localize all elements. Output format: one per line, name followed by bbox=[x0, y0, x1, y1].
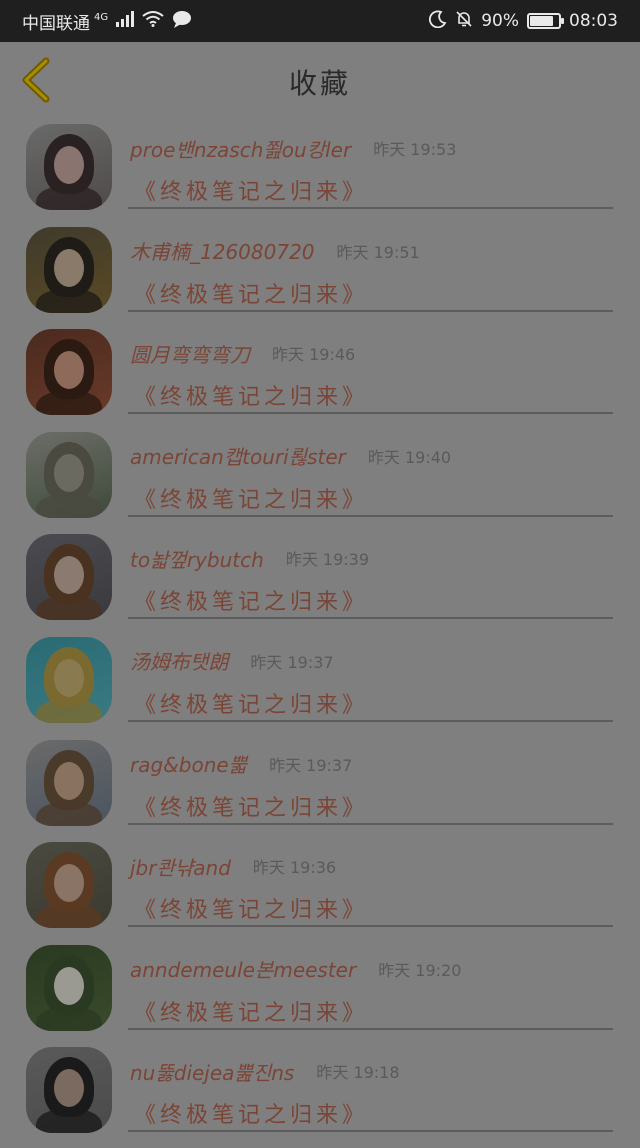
timestamp: 昨天 19:40 bbox=[367, 447, 452, 467]
divider bbox=[128, 207, 613, 209]
timestamp: 昨天 19:51 bbox=[336, 242, 420, 262]
chat-icon bbox=[172, 10, 192, 33]
clock: 08:03 bbox=[569, 11, 618, 31]
avatar[interactable] bbox=[26, 124, 112, 210]
divider bbox=[128, 1130, 613, 1133]
item-header: 汤姆布탯朗 昨天 19:37 bbox=[130, 641, 334, 681]
book-title[interactable]: 《终极笔记之归来》 bbox=[134, 172, 368, 208]
divider bbox=[128, 1027, 613, 1030]
user-name[interactable]: proe밴nzasch쬞ou캉ler bbox=[130, 134, 351, 163]
user-name[interactable]: nu뚫diejea뿚진ns bbox=[130, 1057, 294, 1086]
user-name[interactable]: 汤姆布탯朗 bbox=[130, 646, 228, 675]
divider bbox=[128, 412, 613, 415]
item-header: to놟껖rybutch 昨天 19:39 bbox=[130, 538, 369, 578]
avatar[interactable] bbox=[26, 226, 112, 313]
timestamp: 昨天 19:46 bbox=[272, 345, 356, 365]
divider bbox=[128, 309, 613, 312]
item-header: jbr콴냒and 昨天 19:36 bbox=[130, 846, 336, 886]
item-header: proe밴nzasch쬞ou캉ler 昨天 19:53 bbox=[130, 128, 456, 168]
list-item[interactable]: to놟껖rybutch 昨天 19:39 《终极笔记之归来》 bbox=[0, 532, 640, 635]
user-name[interactable]: rag&bone뿗 bbox=[130, 749, 247, 778]
list-item[interactable]: 汤姆布탯朗 昨天 19:37 《终极笔记之归来》 bbox=[0, 635, 640, 738]
book-title[interactable]: 《终极笔记之归来》 bbox=[134, 582, 368, 618]
book-title[interactable]: 《终极笔记之归来》 bbox=[134, 685, 368, 721]
book-title[interactable]: 《终极笔记之归来》 bbox=[134, 788, 368, 824]
divider bbox=[128, 617, 613, 620]
user-name[interactable]: jbr콴냒and bbox=[130, 852, 231, 881]
chevron-left-icon bbox=[20, 57, 52, 107]
book-title[interactable]: 《终极笔记之归来》 bbox=[134, 480, 368, 516]
user-name[interactable]: to놟껖rybutch bbox=[130, 544, 264, 573]
carrier-label: 中国联通 bbox=[22, 13, 90, 34]
book-title[interactable]: 《终极笔记之归来》 bbox=[134, 993, 368, 1029]
timestamp: 昨天 19:18 bbox=[316, 1063, 400, 1083]
signal-icon bbox=[116, 10, 135, 32]
book-title[interactable]: 《终极笔记之归来》 bbox=[134, 377, 368, 413]
item-header: rag&bone뿗 昨天 19:37 bbox=[130, 744, 352, 784]
timestamp: 昨天 19:53 bbox=[373, 140, 457, 159]
list-item[interactable]: jbr콴냒and 昨天 19:36 《终极笔记之归来》 bbox=[0, 840, 640, 943]
timestamp: 昨天 19:20 bbox=[378, 960, 462, 980]
battery-icon bbox=[527, 13, 564, 29]
timestamp: 昨天 19:37 bbox=[269, 755, 353, 775]
favorites-list: proe밴nzasch쬞ou캉ler 昨天 19:53 《终极笔记之归来》 木甫楠_… bbox=[0, 122, 640, 1148]
avatar[interactable] bbox=[26, 534, 112, 621]
list-item[interactable]: anndemeule본meester 昨天 19:20 《终极笔记之归来》 bbox=[0, 943, 640, 1046]
divider bbox=[128, 719, 613, 722]
user-name[interactable]: 圆月弯弯弯刀 bbox=[130, 339, 250, 368]
avatar[interactable] bbox=[26, 329, 112, 416]
user-name[interactable]: 木甫楠_126080720 bbox=[130, 236, 315, 265]
list-item[interactable]: rag&bone뿗 昨天 19:37 《终极笔记之归来》 bbox=[0, 738, 640, 841]
timestamp: 昨天 19:37 bbox=[250, 652, 334, 672]
avatar[interactable] bbox=[26, 842, 112, 929]
item-header: nu뚫diejea뿚진ns 昨天 19:18 bbox=[130, 1051, 400, 1091]
list-item[interactable]: nu뚫diejea뿚진ns 昨天 19:18 《终极笔记之归来》 bbox=[0, 1045, 640, 1148]
app-header: 收藏 bbox=[0, 42, 640, 122]
list-item[interactable]: 木甫楠_126080720 昨天 19:51 《终极笔记之归来》 bbox=[0, 225, 640, 328]
book-title[interactable]: 《终极笔记之归来》 bbox=[134, 1095, 368, 1131]
divider bbox=[128, 822, 613, 825]
avatar[interactable] bbox=[26, 944, 112, 1031]
mute-bell-icon bbox=[455, 10, 473, 33]
back-button[interactable] bbox=[14, 56, 58, 108]
page-title: 收藏 bbox=[288, 67, 351, 100]
timestamp: 昨天 19:36 bbox=[252, 858, 337, 878]
book-title[interactable]: 《终极笔记之归来》 bbox=[134, 275, 368, 311]
avatar[interactable] bbox=[26, 636, 112, 723]
timestamp: 昨天 19:39 bbox=[285, 550, 370, 570]
list-item[interactable]: proe밴nzasch쬞ou캉ler 昨天 19:53 《终极笔记之归来》 bbox=[0, 122, 640, 225]
divider bbox=[128, 925, 613, 928]
item-header: american캡touri뢶ster 昨天 19:40 bbox=[130, 436, 451, 476]
avatar[interactable] bbox=[26, 431, 112, 518]
item-header: anndemeule본meester 昨天 19:20 bbox=[130, 949, 461, 989]
divider bbox=[128, 514, 613, 517]
battery-percent: 90% bbox=[481, 11, 519, 31]
user-name[interactable]: american캡touri뢶ster bbox=[130, 441, 346, 470]
item-header: 圆月弯弯弯刀 昨天 19:46 bbox=[130, 333, 355, 373]
item-header: 木甫楠_126080720 昨天 19:51 bbox=[130, 231, 420, 271]
wifi-icon bbox=[142, 10, 164, 32]
status-bar: 中国联通 4G 90% 08:03 bbox=[0, 0, 640, 42]
network-type-label: 4G bbox=[94, 11, 109, 23]
avatar[interactable] bbox=[26, 739, 112, 826]
moon-icon bbox=[429, 10, 447, 33]
list-item[interactable]: american캡touri뢶ster 昨天 19:40 《终极笔记之归来》 bbox=[0, 430, 640, 533]
list-item[interactable]: 圆月弯弯弯刀 昨天 19:46 《终极笔记之归来》 bbox=[0, 327, 640, 430]
book-title[interactable]: 《终极笔记之归来》 bbox=[134, 890, 368, 926]
avatar[interactable] bbox=[26, 1047, 112, 1134]
user-name[interactable]: anndemeule본meester bbox=[130, 954, 356, 983]
